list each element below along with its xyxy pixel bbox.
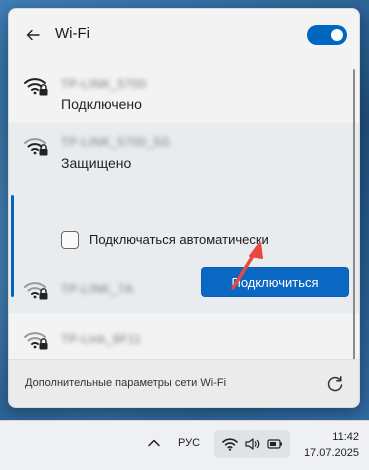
network-status: Защищено [61, 155, 132, 171]
network-ssid: TP-Link_8F11 [61, 332, 142, 346]
clock-date: 17.07.2025 [303, 447, 359, 459]
network-ssid: TP-LINK_7A [61, 282, 134, 296]
network-item-4[interactable]: TP-Link_8F11 [9, 321, 359, 357]
wifi-toggle[interactable] [307, 25, 347, 45]
network-item-3[interactable]: TP-LINK_7A [9, 269, 359, 319]
refresh-icon[interactable] [325, 374, 345, 394]
network-ssid: TP-LINK_5700_5G [61, 135, 171, 149]
wifi-icon [222, 438, 238, 451]
page-title: Wi-Fi [55, 25, 90, 42]
flyout-header: Wi-Fi [9, 9, 359, 61]
speaker-icon [245, 438, 260, 450]
system-tray-button[interactable] [214, 430, 290, 458]
language-indicator[interactable]: РУС [178, 437, 200, 449]
network-ssid: TP-LINK_5700 [61, 77, 147, 91]
chevron-up-icon[interactable] [146, 435, 162, 451]
wifi-lock-icon [24, 138, 48, 156]
battery-icon [267, 439, 282, 449]
taskbar: РУС 11:42 17.07.2025 [0, 420, 369, 470]
back-arrow-icon[interactable] [23, 25, 43, 45]
wifi-lock-icon [24, 332, 48, 350]
toggle-knob [331, 29, 343, 41]
network-list: TP-LINK_5700 Подключено TP-LINK_5700_5G … [9, 61, 359, 359]
taskbar-clock[interactable]: 11:42 17.07.2025 [304, 429, 359, 461]
clock-time: 11:42 [332, 431, 359, 443]
more-wifi-settings-link[interactable]: Дополнительные параметры сети Wi-Fi [25, 377, 226, 389]
flyout-footer: Дополнительные параметры сети Wi-Fi [9, 359, 359, 407]
auto-connect-label[interactable]: Подключаться автоматически [89, 232, 269, 247]
wifi-lock-icon [24, 282, 48, 300]
wifi-flyout: Wi-Fi TP-LINK_5700 Подключено TP-LINK_57… [8, 8, 360, 408]
scrollbar[interactable] [353, 69, 355, 361]
wifi-lock-icon [24, 78, 48, 96]
network-item-1[interactable]: TP-LINK_5700 Подключено [9, 61, 359, 123]
auto-connect-checkbox[interactable] [61, 231, 79, 249]
network-status: Подключено [61, 96, 142, 112]
